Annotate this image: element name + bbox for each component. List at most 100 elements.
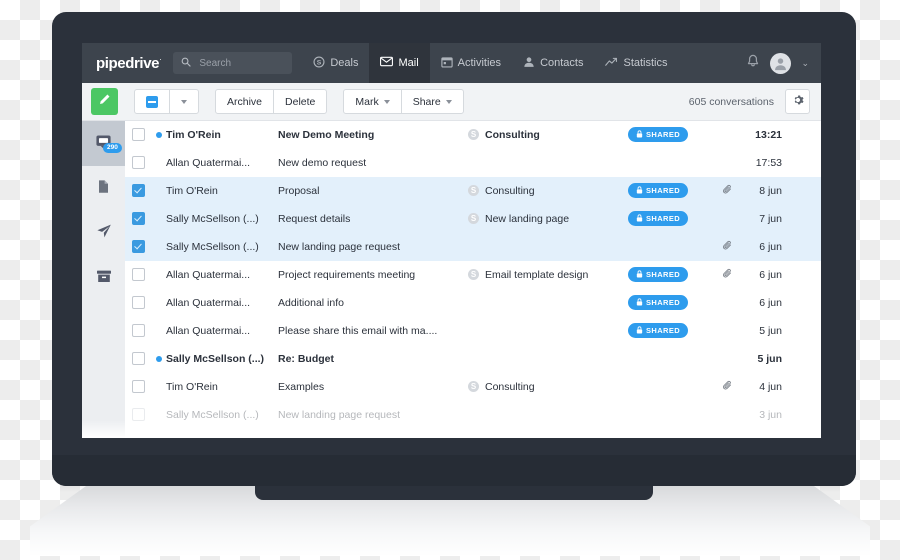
lock-icon bbox=[636, 185, 643, 196]
email-shared-cell: SHARED bbox=[628, 295, 714, 310]
unread-dot-icon bbox=[156, 355, 162, 362]
email-subject: Examples bbox=[278, 380, 325, 393]
paperclip-icon bbox=[722, 240, 733, 254]
shared-badge: SHARED bbox=[628, 295, 689, 310]
chevron-down-icon bbox=[181, 99, 187, 104]
email-timestamp: 17:53 bbox=[755, 156, 782, 169]
email-row[interactable]: Sally McSellson (...) New landing page re… bbox=[125, 233, 821, 261]
settings-button[interactable] bbox=[785, 89, 810, 114]
email-row[interactable]: Allan Quatermai... Additional info SHARED 6… bbox=[125, 289, 821, 317]
delete-button[interactable]: Delete bbox=[273, 89, 328, 114]
email-sender: Allan Quatermai... bbox=[166, 156, 251, 169]
sent-paper-plane-icon bbox=[96, 223, 112, 244]
email-sender: Tim O'Rein bbox=[166, 184, 218, 197]
nav-item-mail[interactable]: Mail bbox=[369, 43, 430, 83]
email-row[interactable]: Sally McSellson (...) Re: Budget 5 jun bbox=[125, 345, 821, 373]
search-input[interactable] bbox=[197, 56, 272, 70]
inbox-unread-badge: 290 bbox=[103, 143, 122, 154]
email-sender: Tim O'Rein bbox=[166, 380, 218, 393]
nav-item-activities-label: Activities bbox=[457, 57, 502, 69]
email-subject: Proposal bbox=[278, 184, 320, 197]
chevron-down-icon bbox=[445, 99, 452, 104]
email-timestamp: 4 jun bbox=[759, 380, 782, 393]
pipedrive-logo[interactable]: pipedrive· bbox=[82, 55, 173, 72]
email-row-checkbox-cell bbox=[125, 156, 152, 169]
email-sender: Allan Quatermai... bbox=[166, 324, 251, 337]
email-row-checkbox-cell bbox=[125, 324, 152, 337]
email-row-checkbox[interactable] bbox=[132, 212, 145, 225]
compose-button[interactable] bbox=[91, 88, 118, 115]
archive-button[interactable]: Archive bbox=[215, 89, 275, 114]
conversation-count: 605 conversations bbox=[688, 95, 774, 108]
mark-button[interactable]: Mark bbox=[343, 89, 402, 114]
select-all-dropdown-button[interactable] bbox=[169, 89, 199, 114]
nav-item-deals[interactable]: S Deals bbox=[302, 43, 369, 83]
shared-badge: SHARED bbox=[628, 323, 689, 338]
sidebar-item-sent[interactable] bbox=[82, 211, 125, 256]
nav-item-statistics[interactable]: Statistics bbox=[594, 43, 678, 83]
email-row[interactable]: Allan Quatermai... New demo request 17:53 bbox=[125, 149, 821, 177]
email-row[interactable]: Tim O'Rein Proposal S Consulting SHARED 8 jun bbox=[125, 177, 821, 205]
email-list: Tim O'Rein New Demo Meeting S Consulting SHA… bbox=[125, 121, 821, 438]
email-subject: Please share this email with ma.... bbox=[278, 324, 438, 337]
nav-item-contacts[interactable]: Contacts bbox=[512, 43, 594, 83]
email-row[interactable]: Allan Quatermai... Please share this emai… bbox=[125, 317, 821, 345]
email-row-checkbox-cell bbox=[125, 268, 152, 281]
share-button[interactable]: Share bbox=[400, 89, 464, 114]
email-row-checkbox-cell bbox=[125, 352, 152, 365]
email-timestamp: 13:21 bbox=[755, 128, 782, 141]
email-subject: New landing page request bbox=[278, 240, 401, 253]
bell-icon[interactable] bbox=[746, 54, 760, 73]
select-all-group bbox=[134, 89, 199, 114]
email-sender: Sally McSellson (...) bbox=[166, 352, 265, 365]
nav-item-statistics-label: Statistics bbox=[623, 57, 668, 69]
mail-content: 290 Tim O'Rein New Demo Meeting S Consultin… bbox=[82, 121, 821, 438]
chevron-down-icon[interactable]: ⌄ bbox=[801, 58, 809, 69]
email-row-checkbox[interactable] bbox=[132, 268, 145, 281]
email-row-checkbox-cell bbox=[125, 240, 152, 253]
email-timestamp: 7 jun bbox=[759, 212, 782, 225]
email-row[interactable]: Sally McSellson (...) New landing page re… bbox=[125, 401, 821, 429]
indeterminate-checkbox-icon bbox=[146, 95, 158, 108]
email-attachment-cell bbox=[714, 268, 740, 282]
email-row-checkbox[interactable] bbox=[132, 184, 145, 197]
email-deal-label: New landing page bbox=[485, 212, 570, 225]
email-row-checkbox[interactable] bbox=[132, 156, 145, 169]
dollar-circle-icon: S bbox=[468, 129, 479, 140]
select-all-checkbox-button[interactable] bbox=[134, 89, 170, 114]
sidebar-item-inbox[interactable]: 290 bbox=[82, 121, 125, 166]
email-row-checkbox[interactable] bbox=[132, 380, 145, 393]
email-row-checkbox[interactable] bbox=[132, 296, 145, 309]
archive-box-icon bbox=[96, 269, 112, 289]
email-shared-cell: SHARED bbox=[628, 211, 714, 226]
email-sender: Tim O'Rein bbox=[166, 128, 221, 141]
email-row-checkbox[interactable] bbox=[132, 408, 145, 421]
email-deal-label: Email template design bbox=[485, 268, 589, 281]
email-shared-cell: SHARED bbox=[628, 183, 714, 198]
paperclip-icon bbox=[722, 268, 733, 282]
email-timestamp: 6 jun bbox=[759, 296, 782, 309]
email-row[interactable]: Sally McSellson (...) Request details S New… bbox=[125, 205, 821, 233]
nav-item-contacts-label: Contacts bbox=[540, 57, 584, 69]
envelope-icon bbox=[380, 55, 394, 71]
screen: pipedrive· S Deals Mail bbox=[82, 43, 821, 438]
email-sender: Sally McSellson (...) bbox=[166, 240, 259, 253]
email-row[interactable]: Tim O'Rein New Demo Meeting S Consulting SHA… bbox=[125, 121, 821, 149]
email-row[interactable]: Allan Quatermai... Project requirements m… bbox=[125, 261, 821, 289]
email-row-checkbox[interactable] bbox=[132, 128, 145, 141]
email-subject: Project requirements meeting bbox=[278, 268, 416, 281]
email-row-checkbox[interactable] bbox=[132, 324, 145, 337]
email-row-checkbox[interactable] bbox=[132, 240, 145, 253]
email-row[interactable]: Tim O'Rein Examples S Consulting 4 jun bbox=[125, 373, 821, 401]
sidebar-item-archive[interactable] bbox=[82, 256, 125, 301]
laptop-bottom-bezel bbox=[52, 455, 856, 486]
sidebar-item-drafts[interactable] bbox=[82, 166, 125, 211]
nav-item-activities[interactable]: Activities bbox=[430, 43, 512, 83]
unread-dot-icon bbox=[156, 131, 162, 138]
search-box[interactable] bbox=[173, 52, 293, 74]
nav-right-cluster: ⌄ bbox=[746, 52, 821, 74]
email-sender: Allan Quatermai... bbox=[166, 268, 251, 281]
email-subject: Request details bbox=[278, 212, 351, 225]
email-row-checkbox[interactable] bbox=[132, 352, 145, 365]
avatar[interactable] bbox=[770, 52, 792, 74]
